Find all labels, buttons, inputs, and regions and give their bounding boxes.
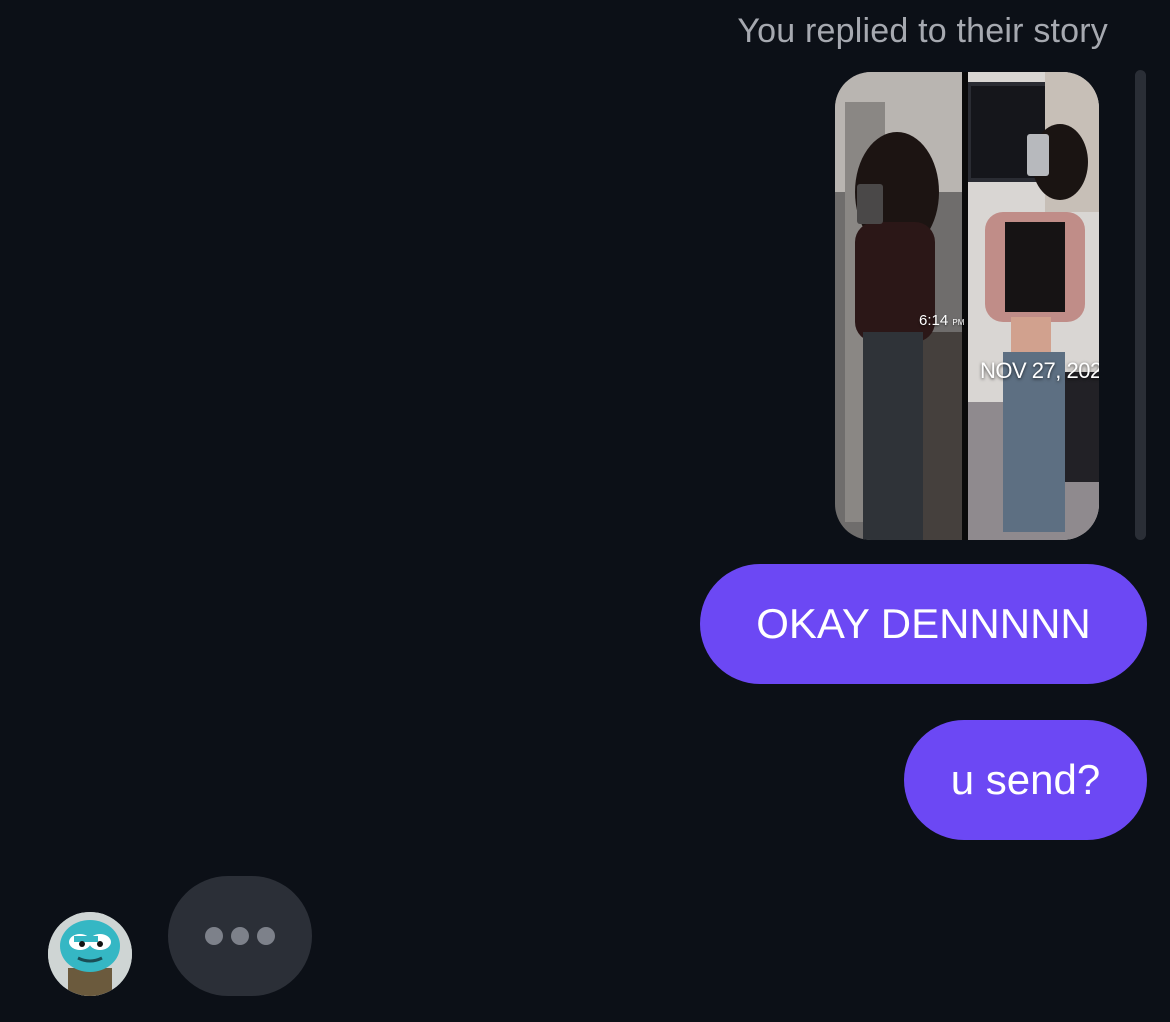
story-photo [835, 72, 1099, 540]
story-reply-caption: You replied to their story [737, 12, 1108, 50]
avatar-image [48, 912, 132, 996]
story-date-sticker: NOV 27, 2025 [980, 358, 1099, 383]
story-thumbnail[interactable]: 6:14 PM NOV 27, 2025 [835, 72, 1099, 540]
message-bubble-outgoing[interactable]: OKAY DENNNNN [700, 564, 1147, 684]
cartoon-avatar-icon[interactable] [48, 912, 132, 996]
typing-dot-icon [231, 927, 249, 945]
typing-dot-icon [205, 927, 223, 945]
typing-dot-icon [257, 927, 275, 945]
scrollbar[interactable] [1135, 70, 1146, 540]
message-bubble-outgoing[interactable]: u send? [904, 720, 1147, 840]
story-time-sticker: 6:14 PM [919, 312, 965, 329]
typing-indicator [168, 876, 312, 996]
chat-thread: You replied to their story 6:14 PM NOV 2… [0, 0, 1170, 1022]
